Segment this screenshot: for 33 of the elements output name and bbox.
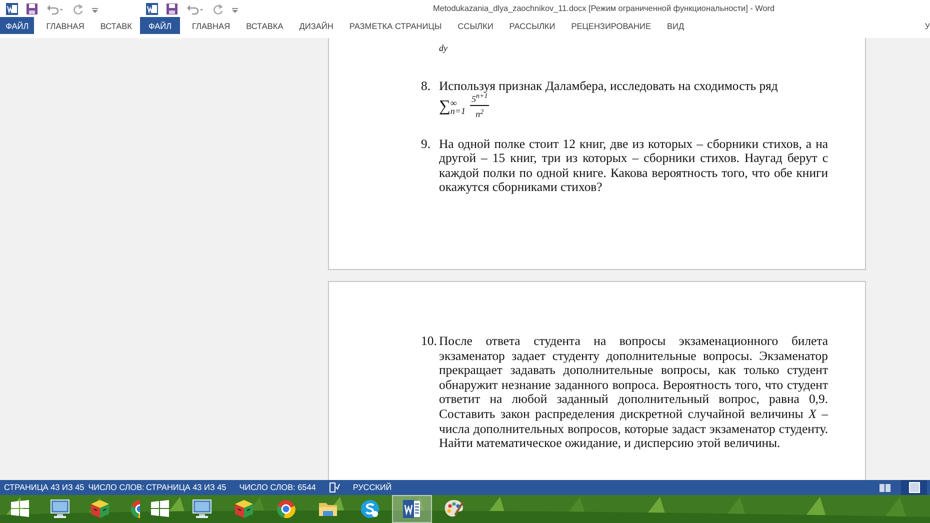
question-text: Используя признак Даламбера, исследовать на сходимость ряд [439,79,779,94]
question-text: На одной полке стоит 12 книг, две из которых – сборники стихов, а на другой – 15 книг, три из которых – сборники стихов. Наугад берут с каждой полки по одной книге. Какова вероятность того, что обе книги окажутся сборниками стихов? [439,136,828,195]
book-icon [879,482,891,492]
status-text[interactable]: ЧИСЛО СЛОВ: 6544 [239,483,316,492]
list-number: 10. [421,334,438,350]
word-app-icon [146,2,158,14]
computer-icon [190,497,214,521]
proofing-icon[interactable] [328,482,340,493]
file-tab[interactable]: ФАЙЛ [140,17,180,34]
formula-fragment: dy [439,44,448,53]
status-text[interactable]: ЧИСЛО СЛОВ: [88,483,144,492]
list-number: 8. [421,79,432,95]
undo-icon[interactable] [186,2,204,14]
undo-icon[interactable] [46,2,64,14]
window-title: Metodukazania_dlya_zaochnikov_11.docx [Режим ограниченной функциональности] - Word [433,4,775,13]
taskbar-button[interactable] [392,495,432,523]
status-text[interactable]: СТРАНИЦА 43 ИЗ 45 [146,483,226,492]
status-text[interactable]: РУССКИЙ [352,483,392,492]
user-name: У [924,20,930,30]
browser-icon [274,497,298,521]
file-tab[interactable]: ФАЙЛ [0,17,34,34]
print-layout-button[interactable] [901,480,927,495]
computer-icon [48,497,72,521]
save-icon[interactable] [26,2,38,14]
status-text[interactable]: СТРАНИЦА 43 ИЗ 45 [4,483,84,492]
list-number: 9. [421,136,432,153]
word-app-icon [6,2,18,14]
chat-icon [358,497,382,521]
cube-icon [232,497,256,521]
page-icon [908,482,920,493]
save-icon[interactable] [166,2,178,14]
cube-icon [88,497,112,521]
question-text: После ответа студента на вопросы экзаменационного билета экзаменатор задает студенту дополнительные вопросы. Экзаменатор прекращает задавать дополнительные вопросы, как только студент обнаружит незнание заданного вопроса. Вероятность того, что студент ответит на любой заданный дополнительный вопрос, равна 0,9. Составить закон распределения дискретной случайной величины X – числа дополнительных вопросов, которые задаст экзаменатор студенту. Найти математическое ожидание, и дисперсию этой величины. [439,334,828,451]
